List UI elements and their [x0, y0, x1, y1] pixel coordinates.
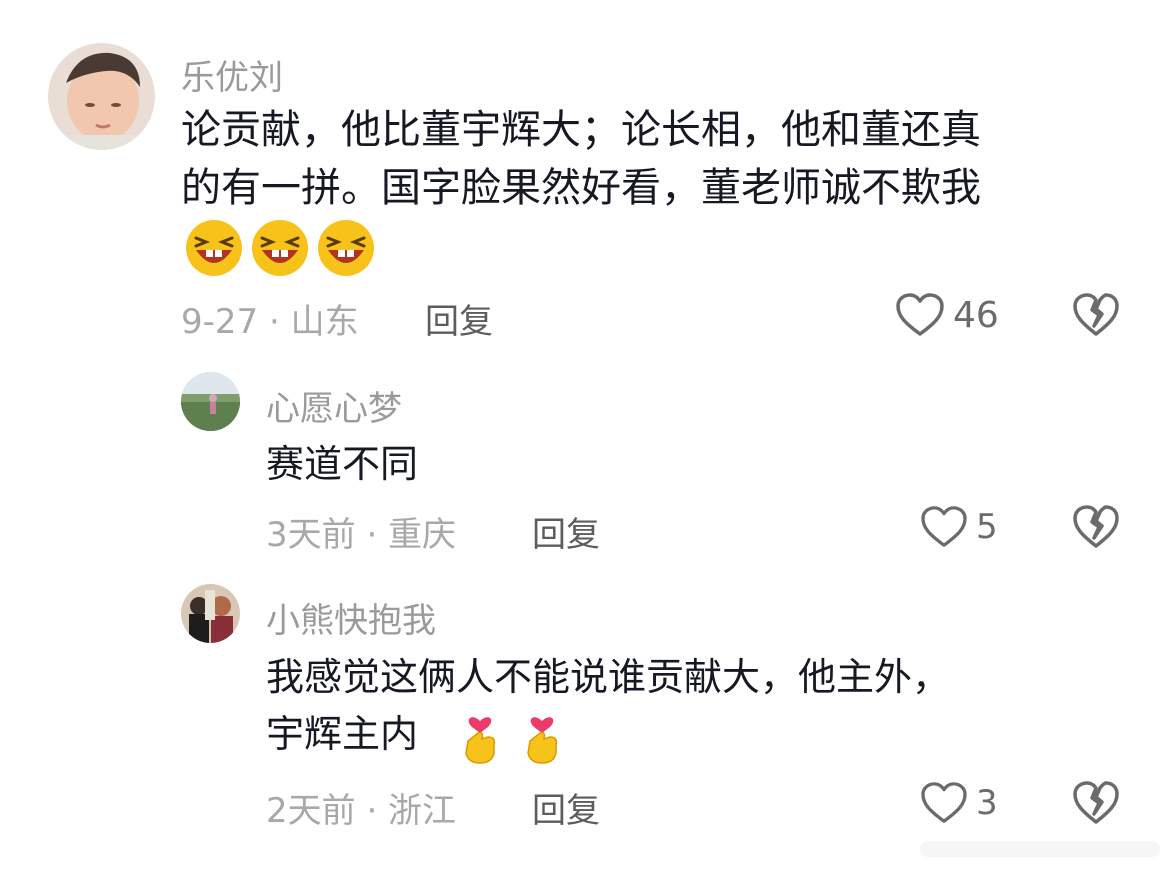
like-count: 3 [976, 783, 998, 823]
reply-meta: 2天前 · 浙江 [266, 791, 457, 831]
comment-username[interactable]: 乐优刘 [181, 50, 283, 99]
finger-heart-emoji [465, 717, 496, 764]
avatar[interactable] [181, 584, 240, 643]
heart-icon [921, 782, 967, 823]
reply-text-line: 我感觉这俩人不能说谁贡献大，他主外， [266, 655, 951, 699]
reply-text-line: 赛道不同 [266, 442, 419, 486]
watermark-decoration [920, 841, 1160, 857]
comment-text-line: 论贡献，他比董宇辉大；论长相，他和董还真 [181, 107, 981, 153]
like-button[interactable]: 46 [895, 292, 999, 338]
reply-button[interactable]: 回复 [532, 507, 600, 556]
comment-meta: 9-27 · 山东 [181, 302, 359, 342]
avatar[interactable] [48, 43, 155, 150]
finger-heart-emoji [527, 717, 558, 764]
reply-button[interactable]: 回复 [425, 294, 493, 343]
broken-heart-icon[interactable] [1072, 504, 1120, 550]
comment-text-line: 的有一拼。国字脸果然好看，董老师诚不欺我 [181, 165, 981, 211]
broken-heart-icon[interactable] [1072, 292, 1120, 338]
reply-text-line: 宇辉主内 [266, 712, 419, 756]
reply-username[interactable]: 小熊快抱我 [266, 593, 436, 642]
avatar[interactable] [181, 372, 240, 431]
like-button[interactable]: 5 [920, 505, 998, 549]
like-count: 46 [953, 294, 999, 336]
broken-heart-icon[interactable] [1072, 780, 1120, 826]
reply-meta: 3天前 · 重庆 [266, 515, 457, 555]
heart-icon [896, 293, 944, 336]
heart-icon [921, 506, 967, 547]
laughing-face-emoji [252, 220, 308, 276]
like-button[interactable]: 3 [920, 781, 998, 825]
reply-button[interactable]: 回复 [532, 783, 600, 832]
like-count: 5 [976, 507, 998, 547]
reply-username[interactable]: 心愿心梦 [266, 381, 402, 430]
laughing-face-emoji [318, 220, 374, 276]
laughing-face-emoji [186, 220, 242, 276]
